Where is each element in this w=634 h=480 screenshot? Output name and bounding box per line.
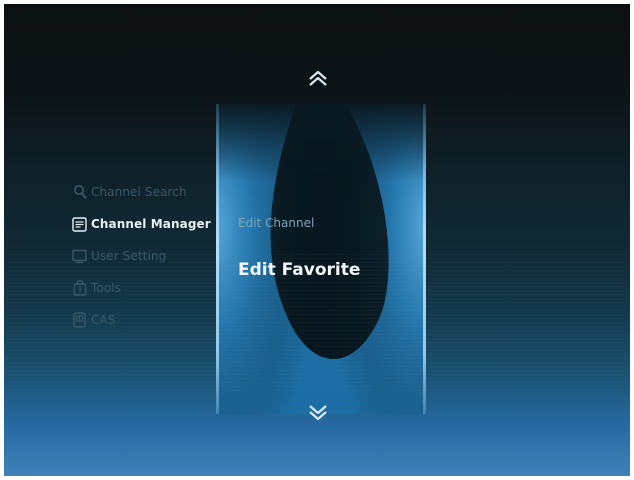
menu-item-label: Tools (91, 281, 122, 295)
main-menu: Channel Search Channel Manager User Sett… (72, 176, 222, 336)
magnifier-icon (72, 184, 87, 201)
menu-item-label: Channel Search (91, 185, 187, 199)
submenu-option-edit-channel[interactable]: Edit Channel (238, 216, 418, 238)
menu-item-cas[interactable]: CAS (72, 304, 222, 336)
menu-item-label: User Setting (91, 249, 167, 263)
list-icon (72, 216, 87, 233)
submenu-list: Edit Channel Edit Favorite (238, 216, 418, 280)
panel-edge-right (423, 104, 426, 414)
menu-item-user-setting[interactable]: User Setting (72, 240, 222, 272)
scroll-up-chevron-icon[interactable] (307, 68, 329, 90)
toolbox-icon (72, 280, 87, 297)
menu-item-tools[interactable]: Tools (72, 272, 222, 304)
menu-item-channel-search[interactable]: Channel Search (72, 176, 222, 208)
menu-item-channel-manager[interactable]: Channel Manager (72, 208, 222, 240)
card-icon (72, 312, 87, 329)
menu-item-label: CAS (91, 313, 116, 327)
scroll-down-chevron-icon[interactable] (307, 401, 329, 423)
monitor-icon (72, 248, 87, 265)
menu-item-label: Channel Manager (91, 217, 211, 231)
tv-screen: Channel Search Channel Manager User Sett… (4, 4, 630, 476)
submenu-option-edit-favorite[interactable]: Edit Favorite (238, 260, 418, 280)
